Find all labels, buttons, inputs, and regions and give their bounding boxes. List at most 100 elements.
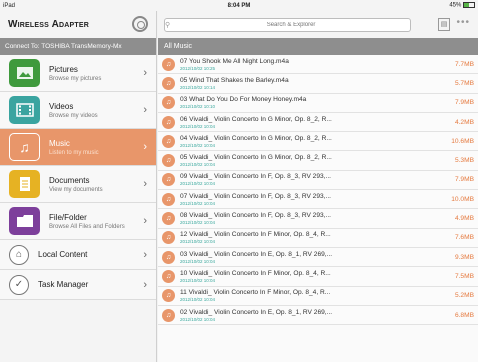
list-item[interactable]: ♫ 07 Vivaldi_ Violin Concerto In F, Op. 8… [158, 190, 478, 210]
file-size: 5.3MB [454, 157, 474, 165]
file-size: 7.5MB [454, 272, 474, 280]
list-item[interactable]: ♫ 08 Vivaldi_ Violin Concerto In F, Op. 8… [158, 209, 478, 229]
file-date: 2012/10/02 10:04 [180, 123, 216, 129]
save-icon[interactable]: ▤ [438, 18, 450, 31]
sidebar-item-label: File/Folder [49, 212, 87, 222]
folder-icon [9, 207, 40, 235]
list-item[interactable]: ♫ 05 Wind That Shakes the Barley.m4a 2012/… [158, 74, 478, 94]
file-date: 2012/10/02 10:14 [180, 84, 216, 90]
file-date: 2012/10/02 10:04 [180, 200, 216, 206]
sidebar-item-documents[interactable]: Documents View my documents › [0, 166, 156, 203]
list-item[interactable]: ♫ 03 Vivaldi_ Violin Concerto In E, Op. 8… [158, 247, 478, 268]
file-date: 2012/10/02 10:04 [180, 181, 216, 187]
file-date: 2012/10/02 10:04 [180, 220, 216, 226]
sidebar-item-sub: Browse my videos [49, 112, 98, 119]
list-item[interactable]: ♫ 03 What Do You Do For Money Honey.m4a 20… [158, 93, 478, 113]
check-icon: ✓ [9, 274, 29, 295]
music-file-icon: ♫ [162, 134, 175, 148]
file-size: 7.9MB [454, 99, 474, 107]
more-icon[interactable]: ••• [456, 17, 470, 28]
music-file-icon: ♫ [162, 212, 175, 226]
file-size: 10.0MB [451, 195, 474, 203]
list-item[interactable]: ♫ 06 Vivaldi_ Violin Concerto In G Minor,… [158, 112, 478, 133]
file-name: 07 You Shook Me All Night Long.m4a [180, 57, 289, 65]
file-size: 5.7MB [454, 79, 474, 87]
file-date: 2012/10/02 10:04 [180, 316, 216, 322]
file-date: 2012/10/02 10:04 [180, 162, 216, 168]
list-item[interactable]: ♫ 10 Vivaldi_ Violin Concerto In F Minor,… [158, 267, 478, 287]
sidebar-item-local-content[interactable]: ⌂ Local Content › [0, 240, 156, 270]
sidebar-nav: Pictures Browse my pictures › Videos Bro… [0, 55, 156, 300]
picture-icon [9, 59, 40, 87]
status-bar: iPad 8:04 PM 45% [0, 0, 478, 11]
list-item[interactable]: ♫ 12 Vivaldi_ Violin Concerto In F Minor,… [158, 228, 478, 248]
clock: 8:04 PM [227, 2, 251, 9]
chevron-right-icon: › [143, 178, 147, 190]
file-name: 05 Vivaldi_ Violin Concerto In G Minor, … [180, 154, 332, 162]
connection-bar[interactable]: Connect To: TOSHIBA TransMemory-Mx [0, 38, 156, 55]
music-file-icon: ♫ [162, 173, 175, 187]
music-file-icon: ♫ [162, 250, 175, 264]
file-list: ♫ 07 You Shook Me All Night Long.m4a 2012/… [158, 55, 478, 326]
search-box[interactable]: ⚲ [164, 17, 411, 32]
file-name: 03 What Do You Do For Money Honey.m4a [180, 96, 307, 104]
sidebar-item-file-folder[interactable]: File/Folder Browse All Files and Folders… [0, 203, 156, 240]
sidebar-item-task-manager[interactable]: ✓ Task Manager › [0, 270, 156, 300]
music-file-icon: ♫ [162, 115, 175, 129]
app-header: Wireless Adapter [0, 11, 156, 38]
breadcrumb: All Music [158, 38, 478, 55]
sidebar-item-videos[interactable]: Videos Browse my videos › [0, 92, 156, 129]
chevron-right-icon: › [143, 278, 147, 291]
sidebar-item-pictures[interactable]: Pictures Browse my pictures › [0, 55, 156, 92]
file-date: 2012/10/02 10:10 [180, 104, 216, 110]
chevron-right-icon: › [143, 141, 147, 153]
list-item[interactable]: ♫ 11 Vivaldi_ Violin Concerto In F Minor,… [158, 286, 478, 306]
sidebar-item-sub: Browse All Files and Folders [49, 223, 125, 230]
file-name: 09 Vivaldi_ Violin Concerto In F, Op. 8_… [180, 173, 332, 181]
sidebar: Wireless Adapter Connect To: TOSHIBA Tra… [0, 11, 157, 362]
sidebar-item-label: Task Manager [38, 280, 89, 289]
sidebar-item-label: Local Content [38, 250, 88, 259]
file-size: 9.3MB [454, 253, 474, 261]
sidebar-item-label: Pictures [49, 64, 78, 74]
list-item[interactable]: ♫ 05 Vivaldi_ Violin Concerto In G Minor,… [158, 151, 478, 171]
sidebar-item-music[interactable]: ♫ Music Listen to my music › [0, 129, 156, 166]
file-size: 6.8MB [454, 311, 474, 319]
sidebar-item-sub: View my documents [49, 186, 103, 193]
music-file-icon: ♫ [162, 231, 175, 245]
music-file-icon: ♫ [162, 192, 175, 206]
file-size: 10.6MB [451, 137, 474, 145]
sidebar-item-label: Videos [49, 101, 74, 111]
list-item[interactable]: ♫ 09 Vivaldi_ Violin Concerto In F, Op. 8… [158, 170, 478, 191]
music-file-icon: ♫ [162, 269, 175, 283]
file-size: 4.9MB [454, 215, 474, 223]
file-name: 03 Vivaldi_ Violin Concerto In E, Op. 8_… [180, 250, 333, 258]
search-input[interactable] [172, 21, 410, 28]
file-size: 7.7MB [454, 60, 474, 68]
gear-icon[interactable] [132, 16, 148, 32]
file-date: 2012/10/02 10:04 [180, 239, 216, 245]
file-name: 04 Vivaldi_ Violin Concerto In G Minor, … [180, 134, 332, 142]
music-file-icon: ♫ [162, 96, 175, 110]
file-size: 7.6MB [454, 234, 474, 242]
sidebar-item-sub: Browse my pictures [49, 75, 102, 82]
file-name: 07 Vivaldi_ Violin Concerto In F, Op. 8_… [180, 192, 332, 200]
file-name: 10 Vivaldi_ Violin Concerto In F Minor, … [180, 269, 331, 277]
lock-icon: ⌂ [9, 244, 29, 265]
video-icon [9, 96, 40, 124]
sidebar-item-label: Documents [49, 175, 90, 185]
list-item[interactable]: ♫ 02 Vivaldi_ Violin Concerto In E, Op. 8… [158, 305, 478, 326]
file-date: 2012/10/02 10:04 [180, 277, 216, 283]
music-icon: ♫ [9, 133, 40, 161]
file-date: 2012/10/02 10:04 [180, 258, 216, 264]
toolbar: ⚲ ▤ ••• [158, 11, 478, 38]
file-size: 5.2MB [454, 292, 474, 300]
list-item[interactable]: ♫ 04 Vivaldi_ Violin Concerto In G Minor,… [158, 132, 478, 152]
battery-icon [463, 2, 475, 9]
file-name: 02 Vivaldi_ Violin Concerto In E, Op. 8_… [180, 308, 333, 316]
file-name: 11 Vivaldi_ Violin Concerto In F Minor, … [180, 289, 331, 297]
list-item[interactable]: ♫ 07 You Shook Me All Night Long.m4a 2012/… [158, 55, 478, 75]
file-name: 08 Vivaldi_ Violin Concerto In F, Op. 8_… [180, 212, 332, 220]
file-date: 2012/10/02 10:04 [180, 142, 216, 148]
music-file-icon: ♫ [162, 308, 175, 322]
